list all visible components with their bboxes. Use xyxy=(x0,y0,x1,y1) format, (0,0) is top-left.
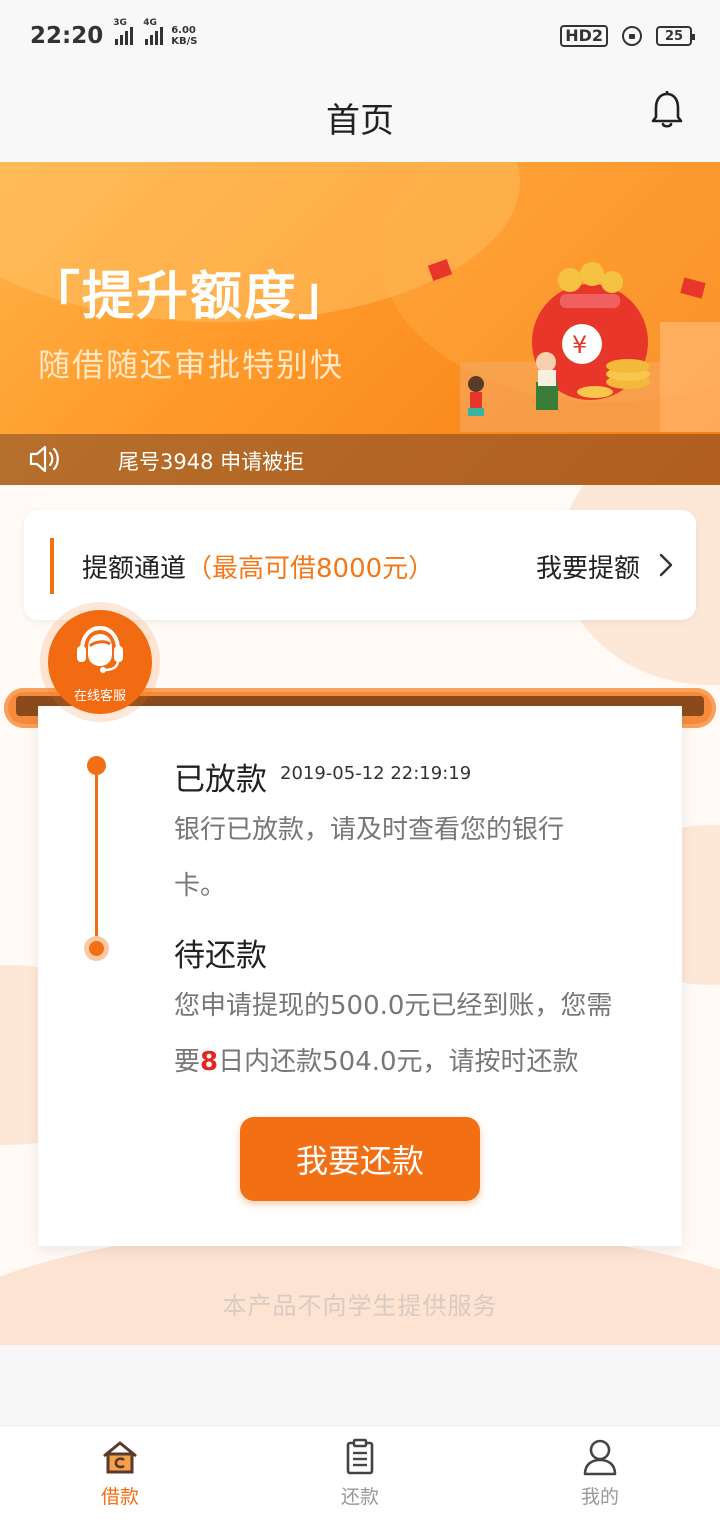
step1-desc: 银行已放款，请及时查看您的银行卡。 xyxy=(174,815,565,901)
status-right: HD2 25 xyxy=(560,25,695,47)
banner-title: 「提升额度」 xyxy=(28,267,353,327)
battery-icon: 25 xyxy=(656,26,695,46)
ticker-text: 尾号3948 申请被拒 xyxy=(118,450,305,474)
disclaimer: 本产品不向学生提供服务 xyxy=(222,1292,498,1320)
tab-repay-label: 还款 xyxy=(340,1485,379,1508)
status-left: 22:20 3G 4G 6.00 KB/S xyxy=(30,18,198,49)
rotation-lock-icon xyxy=(622,26,642,46)
timeline-dot-done xyxy=(87,756,106,775)
step2-title: 待还款 xyxy=(174,938,267,974)
step1-title: 已放款 xyxy=(174,762,267,798)
quota-accent-bar xyxy=(50,538,54,594)
svg-text:¥: ¥ xyxy=(572,331,587,359)
status-bar: 22:20 3G 4G 6.00 KB/S HD2 25 xyxy=(0,0,720,72)
status-time: 22:20 xyxy=(30,23,104,49)
quota-label: 提额通道（最高可借8000元） xyxy=(82,554,435,584)
tab-mine[interactable]: 我的 xyxy=(480,1426,720,1520)
bell-icon[interactable] xyxy=(650,90,684,130)
headset-icon xyxy=(77,625,123,673)
bottom-tab-bar: 借款 还款 我的 xyxy=(0,1425,720,1520)
chevron-right-icon xyxy=(659,553,673,577)
timeline-dot-current xyxy=(84,936,109,961)
online-service-button[interactable]: 在线客服 xyxy=(48,610,152,714)
net-speed: 6.00 KB/S xyxy=(171,25,198,47)
user-icon xyxy=(583,1439,617,1475)
promo-banner[interactable]: 「提升额度」 随借随还审批特别快 ¥ 尾号3948 申请被拒 xyxy=(0,162,720,485)
online-service-label: 在线客服 xyxy=(73,689,126,704)
step2-desc: 您申请提现的500.0元已经到账，您需要8日内还款504.0元，请按时还款 xyxy=(174,991,613,1077)
notice-ticker: 尾号3948 申请被拒 xyxy=(0,434,720,485)
timeline-line xyxy=(95,768,98,948)
signal-3g-icon: 3G xyxy=(113,18,134,45)
tab-loan-label: 借款 xyxy=(100,1485,139,1508)
banner-subtitle: 随借随还审批特别快 xyxy=(38,346,345,384)
money-bag-illustration-icon: ¥ xyxy=(427,259,720,432)
speaker-icon xyxy=(29,445,59,473)
repay-button[interactable]: 我要还款 xyxy=(240,1117,480,1201)
quota-card[interactable]: 提额通道（最高可借8000元） 我要提额 xyxy=(24,510,696,620)
page-title: 首页 xyxy=(326,100,394,141)
signal-4g-icon: 4G xyxy=(143,18,164,45)
tab-loan[interactable]: 借款 xyxy=(0,1426,240,1520)
quota-highlight: （最高可借8000元） xyxy=(186,554,435,584)
tab-repay[interactable]: 还款 xyxy=(240,1426,480,1520)
home-loan-icon xyxy=(103,1441,137,1473)
repay-days: 8 xyxy=(200,1047,219,1077)
hd-icon: HD2 xyxy=(560,25,608,47)
quota-action-link[interactable]: 我要提额 xyxy=(536,548,640,585)
step1-time: 2019-05-12 22:19:19 xyxy=(280,763,472,784)
clipboard-icon xyxy=(346,1438,374,1474)
nav-bar: 首页 xyxy=(0,72,720,162)
tab-mine-label: 我的 xyxy=(580,1485,619,1508)
